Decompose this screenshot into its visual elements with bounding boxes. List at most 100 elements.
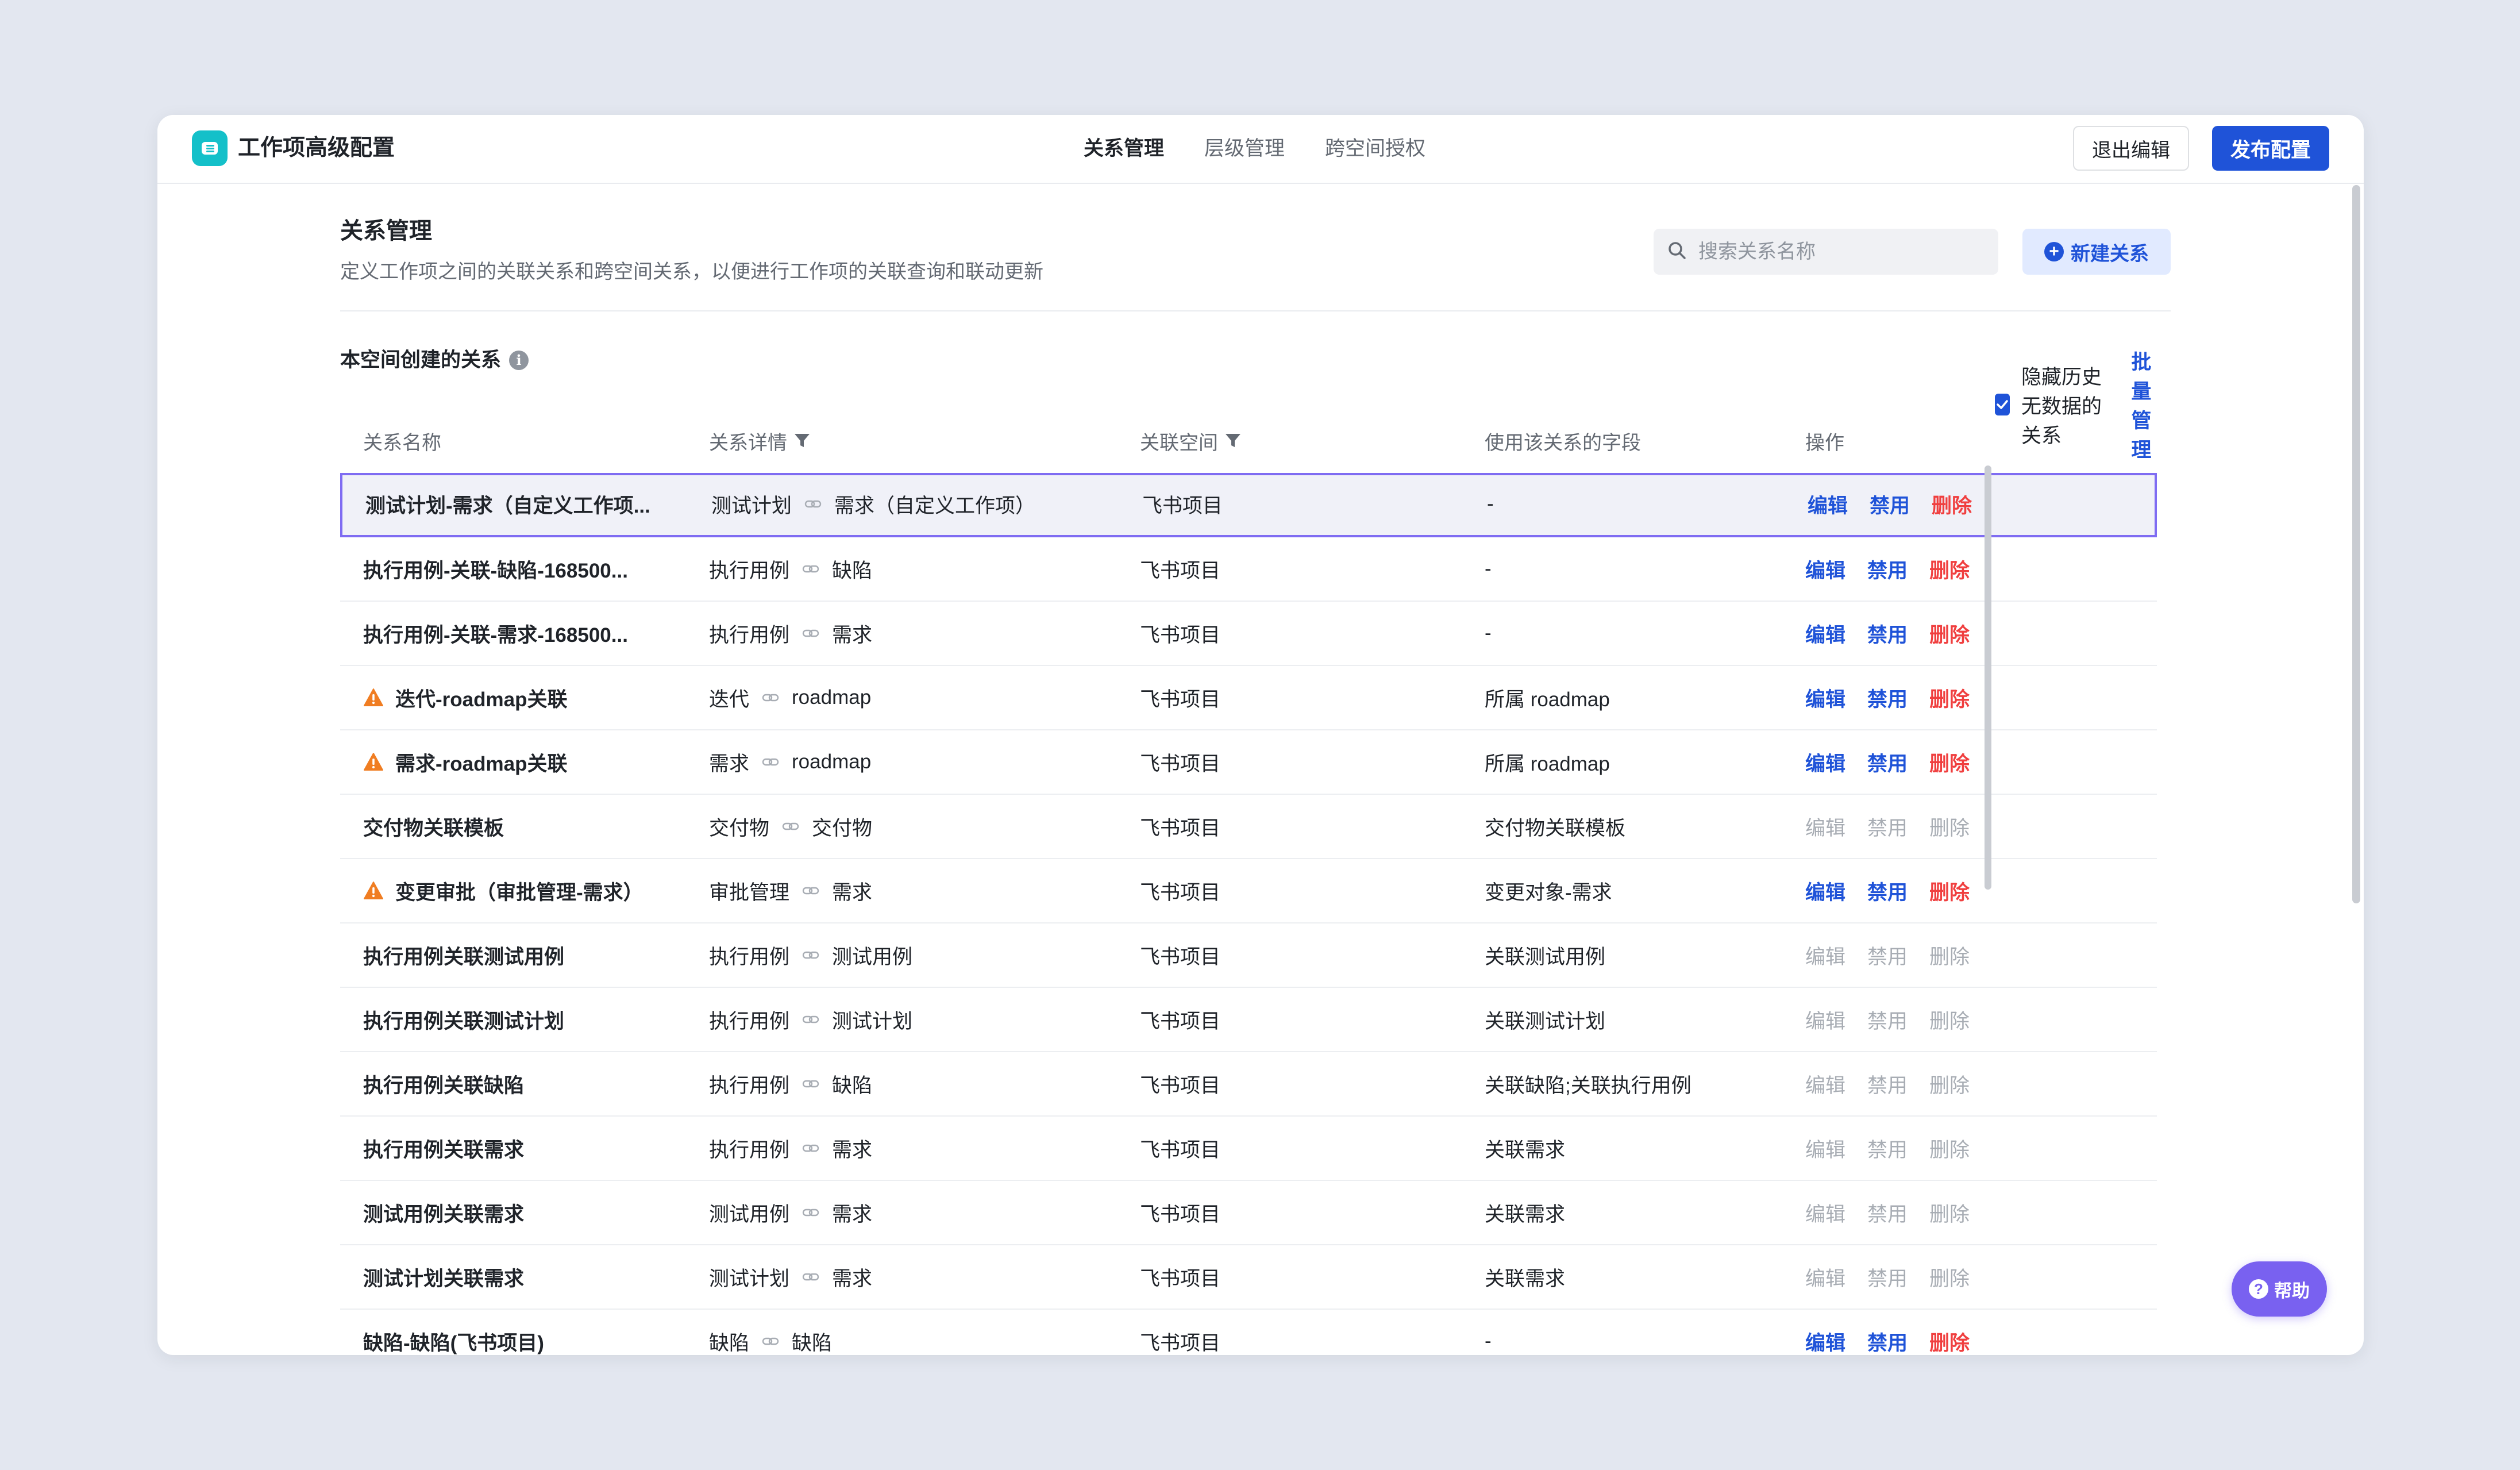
edit-link[interactable]: 编辑 bbox=[1805, 748, 1845, 777]
table-row[interactable]: 测试用例关联需求 测试用例 需求 飞书项目 关联需求 编辑 禁用 删除 bbox=[340, 1181, 2157, 1245]
disable-link[interactable]: 禁用 bbox=[1867, 812, 1908, 841]
filter-icon[interactable] bbox=[1224, 432, 1242, 450]
delete-link[interactable]: 删除 bbox=[1929, 1005, 1970, 1034]
edit-link[interactable]: 编辑 bbox=[1808, 490, 1848, 519]
page-scrollbar[interactable] bbox=[2352, 185, 2360, 903]
relation-actions: 编辑 禁用 删除 bbox=[1805, 1310, 1991, 1355]
relation-detail-cell: 执行用例 缺陷 bbox=[709, 537, 872, 601]
delete-link[interactable]: 删除 bbox=[1929, 748, 1970, 777]
disable-link[interactable]: 禁用 bbox=[1867, 748, 1908, 777]
search-box[interactable] bbox=[1654, 229, 1998, 275]
delete-link[interactable]: 删除 bbox=[1929, 619, 1970, 648]
table-row[interactable]: 执行用例-关联-需求-168500... 执行用例 需求 飞书项目 - 编辑 禁用 删除 bbox=[340, 602, 2157, 666]
relation-detail-cell: 缺陷 缺陷 bbox=[709, 1310, 832, 1355]
warning-icon bbox=[363, 881, 384, 901]
table-row[interactable]: 交付物关联模板 交付物 交付物 飞书项目 交付物关联模板 编辑 禁用 删除 bbox=[340, 795, 2157, 859]
table-row[interactable]: 执行用例关联缺陷 执行用例 缺陷 飞书项目 关联缺陷;关联执行用例 编辑 禁用 删除 bbox=[340, 1052, 2157, 1117]
table-scrollbar[interactable] bbox=[1985, 465, 1991, 890]
top-bar: 工作项高级配置 关系管理 层级管理 跨空间授权 退出编辑 发布配置 bbox=[157, 115, 2364, 184]
link-icon bbox=[802, 1271, 819, 1283]
disable-link[interactable]: 禁用 bbox=[1867, 941, 1908, 970]
delete-link[interactable]: 删除 bbox=[1929, 555, 1970, 584]
relation-space: 飞书项目 bbox=[1140, 817, 1221, 840]
table-row[interactable]: 测试计划关联需求 测试计划 需求 飞书项目 关联需求 编辑 禁用 删除 bbox=[340, 1245, 2157, 1310]
delete-link[interactable]: 删除 bbox=[1929, 812, 1970, 841]
disable-link[interactable]: 禁用 bbox=[1867, 555, 1908, 584]
relation-space: 飞书项目 bbox=[1142, 494, 1223, 517]
relation-detail-cell: 需求 roadmap bbox=[709, 730, 871, 794]
delete-link[interactable]: 删除 bbox=[1929, 1198, 1970, 1227]
tab-bar: 关系管理 层级管理 跨空间授权 bbox=[1084, 115, 1466, 183]
link-icon bbox=[762, 692, 779, 703]
relation-name: 测试计划关联需求 bbox=[363, 1267, 525, 1290]
filter-icon[interactable] bbox=[793, 432, 811, 450]
table-row[interactable]: 执行用例关联测试计划 执行用例 测试计划 飞书项目 关联测试计划 编辑 禁用 删除 bbox=[340, 988, 2157, 1052]
disable-link[interactable]: 禁用 bbox=[1867, 876, 1908, 906]
edit-link[interactable]: 编辑 bbox=[1805, 1327, 1845, 1356]
relation-detail-cell: 执行用例 需求 bbox=[709, 1117, 872, 1180]
table-row[interactable]: 执行用例关联需求 执行用例 需求 飞书项目 关联需求 编辑 禁用 删除 bbox=[340, 1117, 2157, 1181]
edit-link[interactable]: 编辑 bbox=[1805, 1069, 1845, 1099]
table-row[interactable]: 缺陷-缺陷(飞书项目) 缺陷 缺陷 飞书项目 - 编辑 禁用 删除 bbox=[340, 1310, 2157, 1355]
table-row[interactable]: 变更审批（审批管理-需求） 审批管理 需求 飞书项目 变更对象-需求 编辑 禁用 删除 bbox=[340, 859, 2157, 923]
delete-link[interactable]: 删除 bbox=[1929, 876, 1970, 906]
section-title: 关系管理 bbox=[340, 218, 432, 244]
tab-cross-space-authorization[interactable]: 跨空间授权 bbox=[1325, 115, 1425, 183]
disable-link[interactable]: 禁用 bbox=[1867, 1069, 1908, 1099]
relation-name-cell: 变更审批（审批管理-需求） bbox=[363, 859, 685, 922]
relation-name-cell: 执行用例关联测试用例 bbox=[363, 923, 685, 987]
publish-config-button[interactable]: 发布配置 bbox=[2212, 126, 2329, 171]
help-button[interactable]: ? 帮助 bbox=[2232, 1261, 2327, 1317]
table-row[interactable]: 迭代-roadmap关联 迭代 roadmap 飞书项目 所属 roadmap 编辑 禁用删… bbox=[340, 666, 2157, 730]
edit-link[interactable]: 编辑 bbox=[1805, 619, 1845, 648]
relation-name-cell: 缺陷-缺陷(飞书项目) bbox=[363, 1310, 685, 1355]
relation-to: 需求 bbox=[832, 881, 873, 904]
edit-link[interactable]: 编辑 bbox=[1805, 876, 1845, 906]
disable-link[interactable]: 禁用 bbox=[1870, 490, 1910, 519]
edit-link[interactable]: 编辑 bbox=[1805, 941, 1845, 970]
edit-link[interactable]: 编辑 bbox=[1805, 1005, 1845, 1034]
search-input[interactable] bbox=[1697, 240, 1987, 264]
new-relation-button[interactable]: + 新建关系 bbox=[2022, 229, 2171, 275]
delete-link[interactable]: 删除 bbox=[1929, 1069, 1970, 1099]
disable-link[interactable]: 禁用 bbox=[1867, 1327, 1908, 1356]
relation-name: 迭代-roadmap关联 bbox=[395, 688, 568, 711]
edit-link[interactable]: 编辑 bbox=[1805, 683, 1845, 713]
delete-link[interactable]: 删除 bbox=[1929, 1263, 1970, 1292]
link-icon bbox=[804, 498, 822, 510]
delete-link[interactable]: 删除 bbox=[1929, 1134, 1970, 1163]
delete-link[interactable]: 删除 bbox=[1932, 490, 1972, 519]
disable-link[interactable]: 禁用 bbox=[1867, 1134, 1908, 1163]
exit-edit-button[interactable]: 退出编辑 bbox=[2073, 126, 2189, 171]
info-icon[interactable]: i bbox=[509, 351, 529, 370]
relation-to: 需求（自定义工作项） bbox=[834, 494, 1036, 517]
delete-link[interactable]: 删除 bbox=[1929, 941, 1970, 970]
delete-link[interactable]: 删除 bbox=[1929, 1327, 1970, 1356]
disable-link[interactable]: 禁用 bbox=[1867, 683, 1908, 713]
table-row[interactable]: 执行用例-关联-缺陷-168500... 执行用例 缺陷 飞书项目 - 编辑 禁用 删除 bbox=[340, 537, 2157, 602]
delete-link[interactable]: 删除 bbox=[1929, 683, 1970, 713]
disable-link[interactable]: 禁用 bbox=[1867, 1005, 1908, 1034]
relation-name: 执行用例-关联-需求-168500... bbox=[363, 624, 628, 647]
table-row[interactable]: 执行用例关联测试用例 执行用例 测试用例 飞书项目 关联测试用例 编辑 禁用 删除 bbox=[340, 923, 2157, 988]
relation-to: 缺陷 bbox=[832, 559, 873, 582]
disable-link[interactable]: 禁用 bbox=[1867, 1198, 1908, 1227]
warning-icon bbox=[363, 752, 384, 772]
relation-from: 缺陷 bbox=[709, 1332, 750, 1354]
edit-link[interactable]: 编辑 bbox=[1805, 812, 1845, 841]
edit-link[interactable]: 编辑 bbox=[1805, 1263, 1845, 1292]
disable-link[interactable]: 禁用 bbox=[1867, 619, 1908, 648]
table-row[interactable]: 测试计划-需求（自定义工作项... 测试计划 需求（自定义工作项） 飞书项目 - 编辑 禁用… bbox=[340, 473, 2157, 537]
edit-link[interactable]: 编辑 bbox=[1805, 1134, 1845, 1163]
relation-from: 需求 bbox=[709, 752, 750, 775]
edit-link[interactable]: 编辑 bbox=[1805, 555, 1845, 584]
disable-link[interactable]: 禁用 bbox=[1867, 1263, 1908, 1292]
table-row[interactable]: 需求-roadmap关联 需求 roadmap 飞书项目 所属 roadmap 编辑 禁用删… bbox=[340, 730, 2157, 795]
relation-actions: 编辑 禁用 删除 bbox=[1805, 1181, 1991, 1244]
relation-name-cell: 测试计划关联需求 bbox=[363, 1245, 685, 1309]
tab-hierarchy-management[interactable]: 层级管理 bbox=[1204, 115, 1285, 183]
relation-field: 关联需求 bbox=[1485, 1203, 1566, 1226]
edit-link[interactable]: 编辑 bbox=[1805, 1198, 1845, 1227]
relation-name: 执行用例关联需求 bbox=[363, 1138, 525, 1161]
tab-relation-management[interactable]: 关系管理 bbox=[1084, 115, 1164, 183]
